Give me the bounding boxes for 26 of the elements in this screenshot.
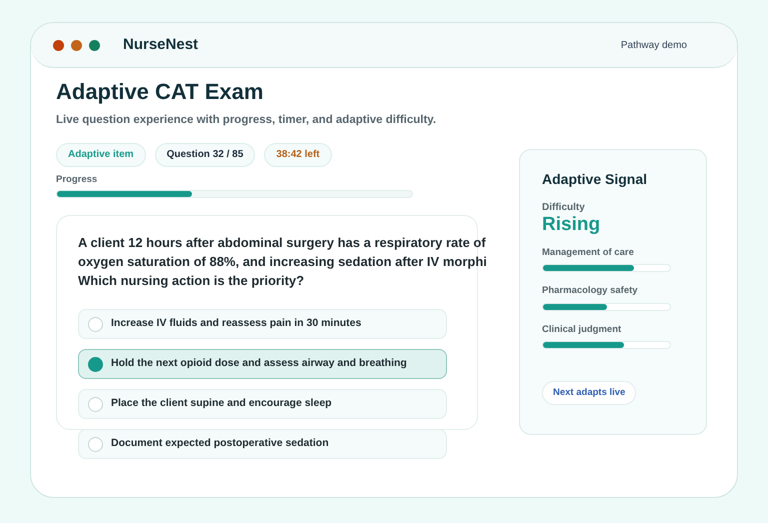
question-text: Which nursing action is the priority? xyxy=(78,272,304,290)
status-chip: 38:42 left xyxy=(264,142,332,167)
next-adapts-button[interactable]: Next adapts live xyxy=(542,380,636,405)
status-chip: Adaptive item xyxy=(56,142,146,167)
panel-title: Adaptive Signal xyxy=(542,170,648,189)
app-title: NurseNest xyxy=(123,34,198,55)
radio-icon xyxy=(88,396,103,412)
meter-label: Pharmacology safety xyxy=(542,284,639,298)
answer-option[interactable]: Hold the next opioid dose and assess airway and breathing xyxy=(78,349,447,379)
status-chip: Question 32 / 85 xyxy=(154,142,256,167)
question-text: oxygen saturation of 88%, and increasing sedation after IV morphi xyxy=(78,253,487,271)
page-subtitle: Live question experience with progress, timer, and adaptive difficulty. xyxy=(56,112,438,128)
answer-option[interactable]: Document expected postoperative sedation xyxy=(78,429,447,459)
radio-icon xyxy=(88,316,103,332)
difficulty-label: Difficulty xyxy=(542,201,586,215)
page-title: Adaptive CAT Exam xyxy=(56,78,264,106)
progress-label: Progress xyxy=(56,172,98,187)
answer-option[interactable]: Place the client supine and encourage sleep xyxy=(78,389,447,419)
radio-icon xyxy=(88,356,103,372)
answer-option[interactable]: Increase IV fluids and reassess pain in 30 minutes xyxy=(78,309,447,339)
question-text: A client 12 hours after abdominal surgery has a respiratory rate of xyxy=(78,234,486,252)
meter-label: Clinical judgment xyxy=(542,322,622,336)
meter-label: Management of care xyxy=(542,246,635,260)
pathway-demo-link[interactable]: Pathway demo xyxy=(620,38,687,52)
radio-icon xyxy=(88,436,103,452)
difficulty-value: Rising xyxy=(542,215,602,234)
